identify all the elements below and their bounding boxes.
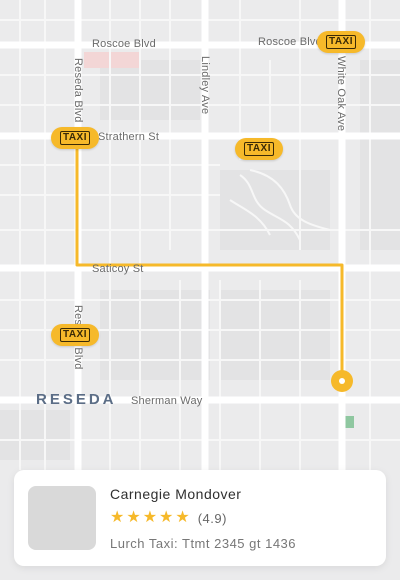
- taxi-marker-center[interactable]: TAXI: [235, 138, 283, 160]
- star-icon: ★: [175, 509, 190, 526]
- street-label-sherman: Sherman Way: [131, 395, 203, 407]
- destination-dot-icon: [339, 378, 345, 384]
- star-icon: ★: [110, 509, 125, 526]
- street-label-strathern: Strathern St: [98, 131, 160, 143]
- map-highlight-block: [84, 52, 140, 68]
- rating-value: (4.9): [197, 510, 227, 526]
- taxi-icon: TAXI: [59, 328, 91, 342]
- taxi-icon: TAXI: [59, 131, 91, 145]
- street-label-reseda-top: Reseda Blvd: [72, 58, 84, 123]
- destination-pin[interactable]: [331, 370, 353, 392]
- street-label-roscoe-left: Roscoe Blvd: [92, 38, 156, 50]
- taxi-icon: TAXI: [325, 35, 357, 49]
- driver-rating: ★ ★ ★ ★ ★ (4.9): [110, 510, 227, 526]
- taxi-marker-left-lower[interactable]: TAXI: [51, 324, 99, 346]
- area-label-reseda: RESEDA: [36, 391, 117, 408]
- taxi-marker-top-right[interactable]: TAXI: [317, 31, 365, 53]
- driver-card[interactable]: Carnegie Mondover ★ ★ ★ ★ ★ (4.9) Lurch …: [14, 470, 386, 566]
- star-icon: ★: [126, 509, 141, 526]
- driver-name: Carnegie Mondover: [110, 486, 242, 502]
- street-label-saticoy: Saticoy St: [92, 263, 144, 275]
- driver-avatar: [28, 486, 96, 550]
- driver-vehicle-info: Lurch Taxi: Ttmt 2345 gt 1436: [110, 536, 297, 551]
- taxi-icon: TAXI: [243, 142, 275, 156]
- street-label-white-oak: White Oak Ave: [335, 56, 347, 132]
- street-label-lindley: Lindley Ave: [199, 56, 211, 115]
- star-icon: ★: [159, 509, 174, 526]
- screen: Roscoe Blvd Roscoe Blvd Reseda Blvd Lind…: [0, 0, 400, 580]
- street-label-roscoe-right: Roscoe Blvd: [258, 36, 322, 48]
- taxi-marker-route-start[interactable]: TAXI: [51, 127, 99, 149]
- star-icon: ★: [142, 509, 158, 526]
